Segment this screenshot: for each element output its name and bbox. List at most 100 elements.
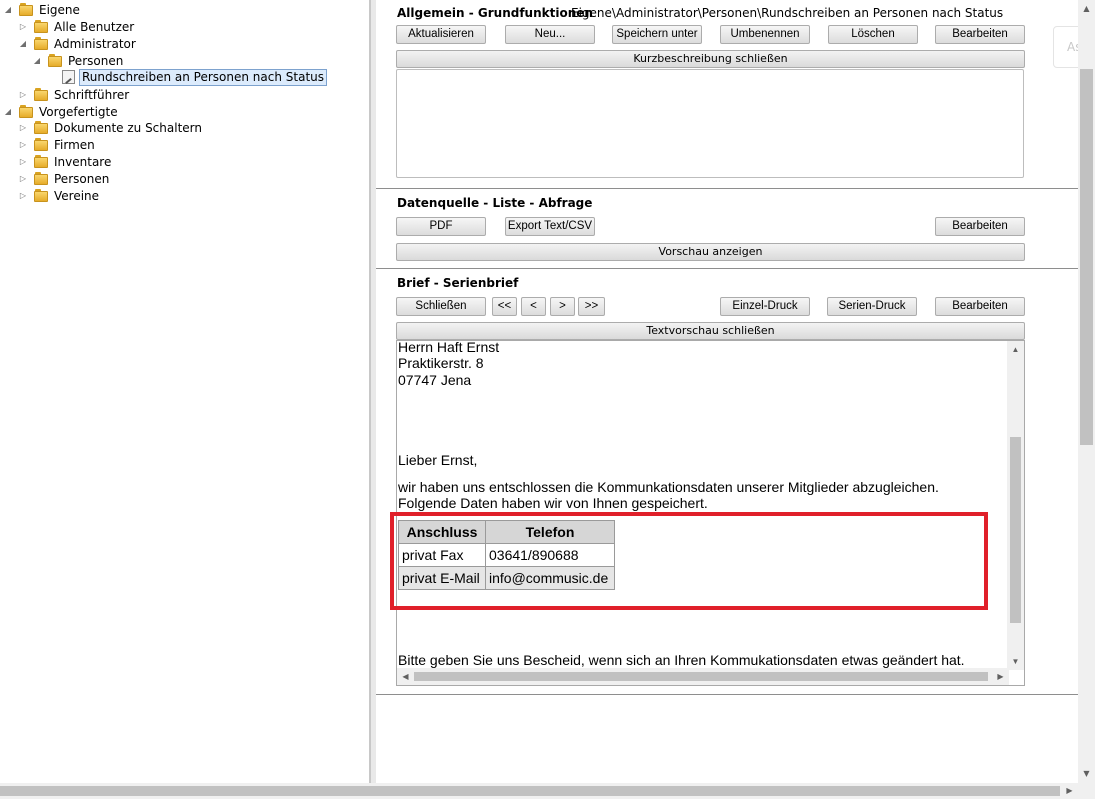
expand-arrow-icon[interactable]: ▷: [19, 90, 27, 100]
folder-icon: [34, 88, 49, 102]
paragraph-line: Folgende Daten haben wir von Ihnen gespe…: [398, 495, 708, 511]
scroll-thumb[interactable]: [0, 786, 1060, 796]
first-record-button[interactable]: <<: [492, 297, 517, 316]
pdf-button[interactable]: PDF: [396, 217, 486, 236]
show-preview-bar[interactable]: Vorschau anzeigen: [396, 243, 1025, 261]
tree-node-administrator[interactable]: ◢ Administrator: [0, 36, 370, 53]
tree-node-label: Administrator: [54, 37, 136, 51]
expand-arrow-icon[interactable]: ▷: [19, 157, 27, 167]
datasource-section-title: Datenquelle - Liste - Abfrage: [397, 196, 593, 210]
section-divider: [376, 188, 1078, 189]
expand-arrow-icon[interactable]: ▷: [19, 174, 27, 184]
tree-node-personen[interactable]: ▷ Personen: [0, 171, 370, 188]
scroll-right-icon[interactable]: ▶: [1061, 783, 1078, 799]
tree-node-alle-benutzer[interactable]: ▷ Alle Benutzer: [0, 19, 370, 36]
scroll-thumb[interactable]: [414, 672, 988, 681]
folder-icon: [34, 172, 49, 186]
folder-icon: [34, 37, 49, 51]
tree-node-label: Firmen: [54, 138, 95, 152]
letter-horizontal-scrollbar[interactable]: ◀ ▶: [397, 668, 1009, 685]
tree-node-rundschreiben[interactable]: Rundschreiben an Personen nach Status: [0, 69, 370, 86]
rename-button[interactable]: Umbenennen: [720, 25, 810, 44]
tree-node-personen-admin[interactable]: ◢ Personen: [0, 53, 370, 70]
save-as-button[interactable]: Speichern unter: [612, 25, 702, 44]
letter-edit-button[interactable]: Bearbeiten: [935, 297, 1025, 316]
expand-arrow-icon[interactable]: ▷: [19, 191, 27, 201]
expand-arrow-icon[interactable]: ▷: [19, 22, 27, 32]
general-section-title: Allgemein - Grundfunktionen: [397, 6, 593, 20]
address-line: Herrn Haft Ernst: [398, 340, 500, 355]
scroll-left-icon[interactable]: ◀: [397, 668, 414, 685]
folder-icon: [34, 155, 49, 169]
folder-icon: [34, 189, 49, 203]
single-print-button[interactable]: Einzel-Druck: [720, 297, 810, 316]
document-icon: [62, 70, 75, 84]
collapse-arrow-icon[interactable]: ◢: [19, 39, 27, 49]
new-button[interactable]: Neu...: [505, 25, 595, 44]
next-record-button[interactable]: >: [550, 297, 575, 316]
tree-node-label: Alle Benutzer: [54, 20, 135, 34]
tree-node-label: Vereine: [54, 189, 100, 203]
tree-node-label: Inventare: [54, 155, 112, 169]
document-path: Eigene\Administrator\Personen\Rundschrei…: [571, 6, 1004, 20]
letter-section-title: Brief - Serienbrief: [397, 276, 519, 290]
collapse-arrow-icon[interactable]: ◢: [33, 56, 41, 66]
tree-node-inventare[interactable]: ▷ Inventare: [0, 154, 370, 171]
detail-panel: Allgemein - Grundfunktionen Eigene\Admin…: [376, 0, 1078, 783]
tree-node-vereine[interactable]: ▷ Vereine: [0, 188, 370, 205]
tree-node-vorgefertigte[interactable]: ◢ Vorgefertigte: [0, 104, 370, 121]
tree-node-dokumente[interactable]: ▷ Dokumente zu Schaltern: [0, 120, 370, 137]
tree-node-label: Personen: [68, 54, 124, 68]
folder-icon: [34, 138, 49, 152]
tree-node-label: Dokumente zu Schaltern: [54, 121, 202, 135]
general-edit-button[interactable]: Bearbeiten: [935, 25, 1025, 44]
tree-panel: ◢ Eigene ▷ Alle Benutzer ◢ Administrator…: [0, 0, 370, 783]
close-letter-button[interactable]: Schließen: [396, 297, 486, 316]
collapse-arrow-icon[interactable]: ◢: [4, 5, 12, 15]
address-line: 07747 Jena: [398, 372, 472, 388]
prev-record-button[interactable]: <: [521, 297, 546, 316]
folder-icon: [19, 3, 34, 17]
export-csv-button[interactable]: Export Text/CSV: [505, 217, 595, 236]
close-description-bar[interactable]: Kurzbeschreibung schließen: [396, 50, 1025, 68]
main-horizontal-scrollbar[interactable]: ▶: [0, 783, 1095, 799]
tree-node-firmen[interactable]: ▷ Firmen: [0, 137, 370, 154]
closing-line: Bitte geben Sie uns Bescheid, wenn sich …: [398, 652, 965, 668]
tree-node-label: Personen: [54, 172, 110, 186]
scroll-up-icon[interactable]: ▲: [1007, 341, 1024, 358]
refresh-button[interactable]: Aktualisieren: [396, 25, 486, 44]
main-vertical-scrollbar[interactable]: ▲ ▼: [1078, 0, 1095, 783]
close-text-preview-bar[interactable]: Textvorschau schließen: [396, 322, 1025, 340]
tree-node-eigene[interactable]: ◢ Eigene: [0, 2, 370, 19]
delete-button[interactable]: Löschen: [828, 25, 918, 44]
expand-arrow-icon[interactable]: ▷: [19, 140, 27, 150]
tree-node-label-selected: Rundschreiben an Personen nach Status: [79, 69, 328, 86]
collapse-arrow-icon[interactable]: ◢: [4, 107, 12, 117]
folder-icon: [34, 20, 49, 34]
tree-node-label: Schriftführer: [54, 88, 130, 102]
tree-node-label: Eigene: [39, 3, 80, 17]
serial-print-button[interactable]: Serien-Druck: [827, 297, 917, 316]
section-divider: [376, 268, 1078, 269]
scroll-down-icon[interactable]: ▼: [1078, 765, 1095, 782]
tree-node-schriftfuehrer[interactable]: ▷ Schriftführer: [0, 87, 370, 104]
datasource-edit-button[interactable]: Bearbeiten: [935, 217, 1025, 236]
last-record-button[interactable]: >>: [578, 297, 605, 316]
paragraph-line: wir haben uns entschlossen die Kommunkat…: [398, 479, 939, 495]
tree-node-label: Vorgefertigte: [39, 105, 118, 119]
address-line: Praktikerstr. 8: [398, 355, 484, 371]
description-textarea[interactable]: [396, 69, 1024, 178]
highlight-box: [390, 512, 988, 610]
scroll-right-icon[interactable]: ▶: [992, 668, 1009, 685]
scroll-thumb[interactable]: [1010, 437, 1021, 623]
scroll-thumb[interactable]: [1080, 69, 1093, 445]
section-divider: [376, 694, 1078, 695]
folder-icon: [19, 105, 34, 119]
salutation: Lieber Ernst,: [398, 452, 478, 468]
letter-vertical-scrollbar[interactable]: ▲ ▼: [1007, 341, 1024, 670]
folder-icon: [48, 54, 63, 68]
scroll-down-icon[interactable]: ▼: [1007, 653, 1024, 670]
expand-arrow-icon[interactable]: ▷: [19, 123, 27, 133]
folder-icon: [34, 121, 49, 135]
scroll-up-icon[interactable]: ▲: [1078, 0, 1095, 17]
